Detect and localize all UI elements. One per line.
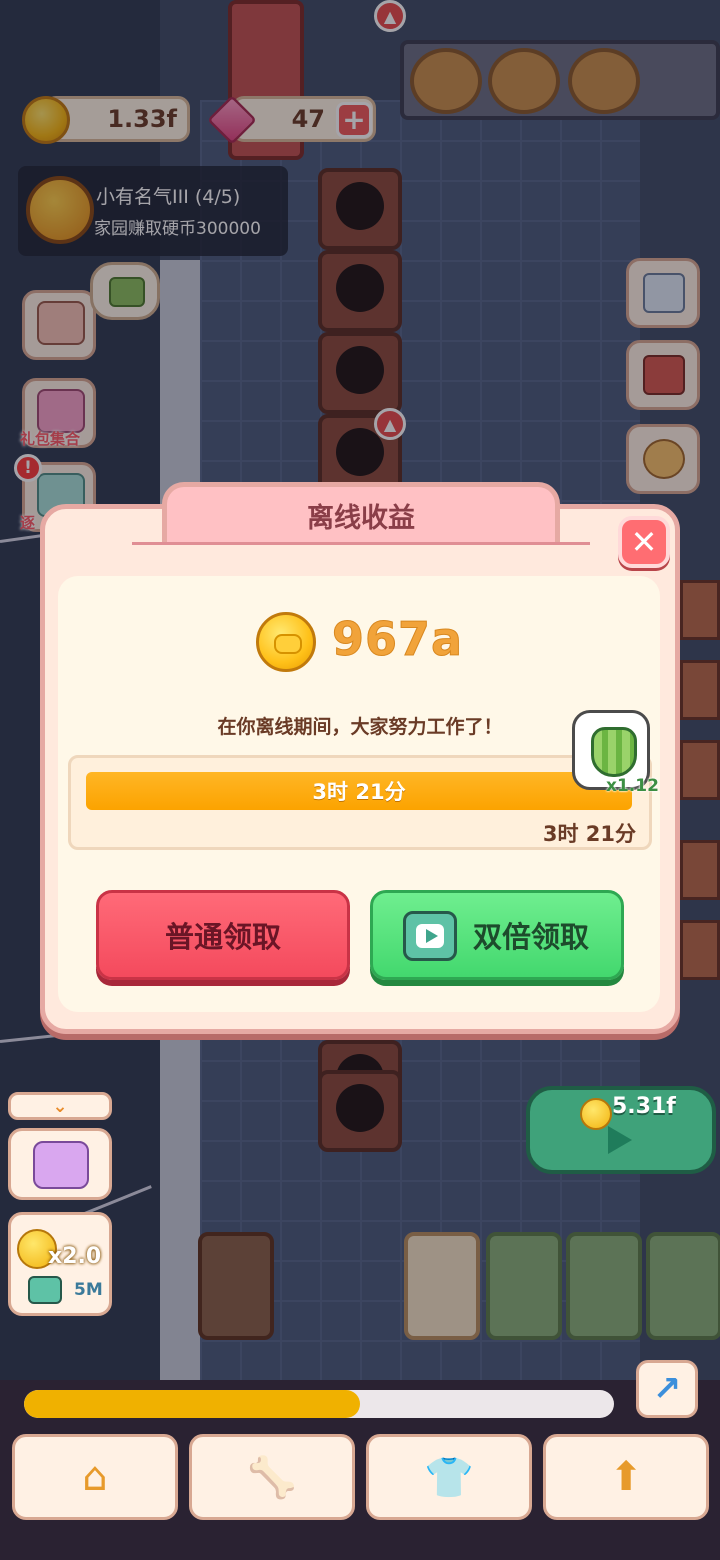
dialog-title-tab: 离线收益 [162,482,560,544]
money-bag-icon [591,727,637,777]
progress-label: 3时 21分 [312,780,406,804]
bag-multiplier: x1.12 [606,776,659,796]
video-ad-icon [403,911,457,961]
double-claim-button[interactable]: 双倍领取 [370,890,624,980]
coin-icon [256,612,316,672]
offline-time-max: 3时 21分 [542,822,636,846]
close-icon: ✕ [630,523,658,561]
normal-claim-button[interactable]: 普通领取 [96,890,350,980]
dialog-title: 离线收益 [307,503,415,534]
offline-time-progress-bar: 3时 21分 [86,772,632,810]
double-claim-label: 双倍领取 [473,920,590,954]
close-button[interactable]: ✕ [618,516,670,568]
title-underline [132,542,590,545]
reward-amount: 967a [331,612,464,667]
normal-claim-label: 普通领取 [164,920,281,954]
